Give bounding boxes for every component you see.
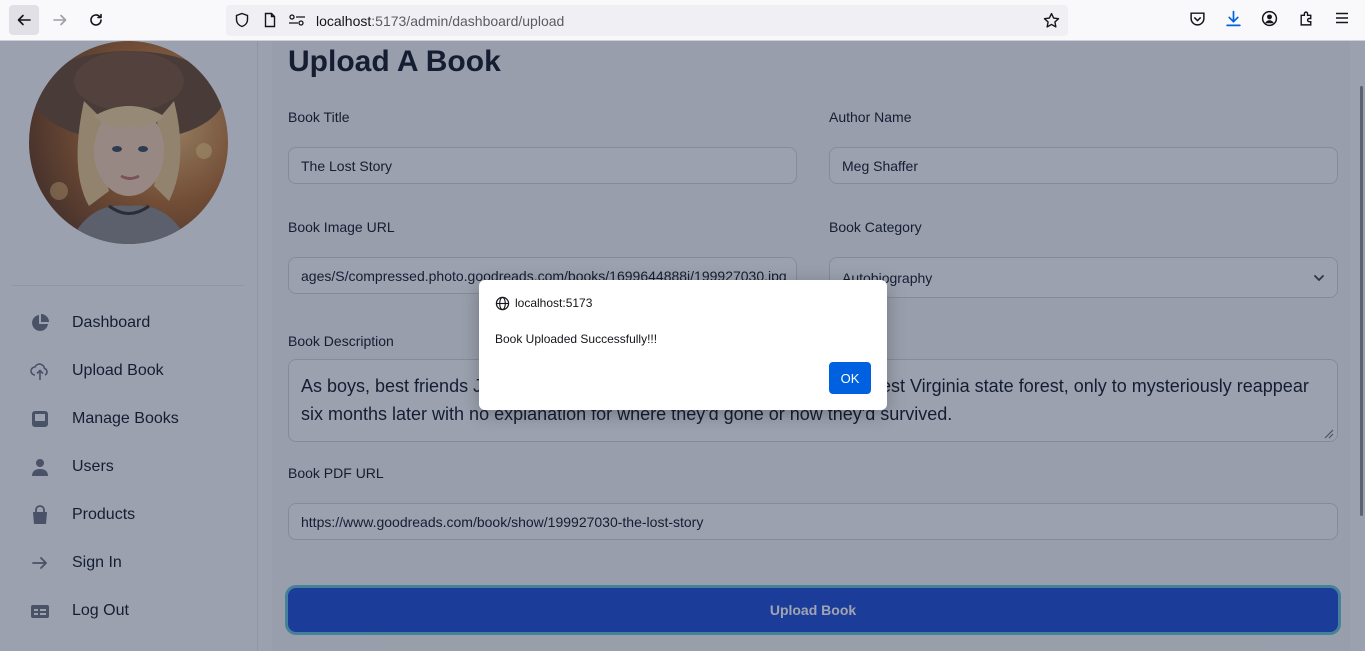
permissions-icon[interactable] — [288, 12, 306, 28]
globe-icon — [495, 296, 510, 311]
back-icon — [17, 14, 31, 26]
url-path: :5173/admin/dashboard/upload — [371, 13, 565, 29]
menu-icon[interactable] — [1334, 10, 1350, 26]
back-button[interactable] — [9, 5, 39, 35]
account-icon[interactable] — [1261, 10, 1278, 27]
browser-toolbar: localhost:5173/admin/dashboard/upload — [0, 0, 1365, 41]
shield-icon[interactable] — [234, 12, 250, 28]
ok-button[interactable]: OK — [829, 362, 871, 394]
extensions-icon[interactable] — [1298, 10, 1315, 27]
reload-icon — [90, 13, 102, 26]
dialog-origin: localhost:5173 — [515, 296, 593, 310]
url-host: localhost — [316, 13, 372, 29]
forward-icon — [53, 14, 67, 26]
bookmark-star-icon[interactable] — [1043, 12, 1060, 29]
alert-dialog: localhost:5173 Book Uploaded Successfull… — [479, 280, 887, 410]
download-icon[interactable] — [1225, 10, 1242, 27]
pocket-icon[interactable] — [1189, 10, 1206, 27]
url-bar[interactable]: localhost:5173/admin/dashboard/upload — [226, 5, 1068, 36]
url-text[interactable]: localhost:5173/admin/dashboard/upload — [316, 13, 564, 29]
reload-button[interactable] — [81, 5, 111, 35]
forward-button[interactable] — [45, 5, 75, 35]
page-icon[interactable] — [262, 12, 278, 28]
dialog-message: Book Uploaded Successfully!!! — [495, 332, 658, 346]
